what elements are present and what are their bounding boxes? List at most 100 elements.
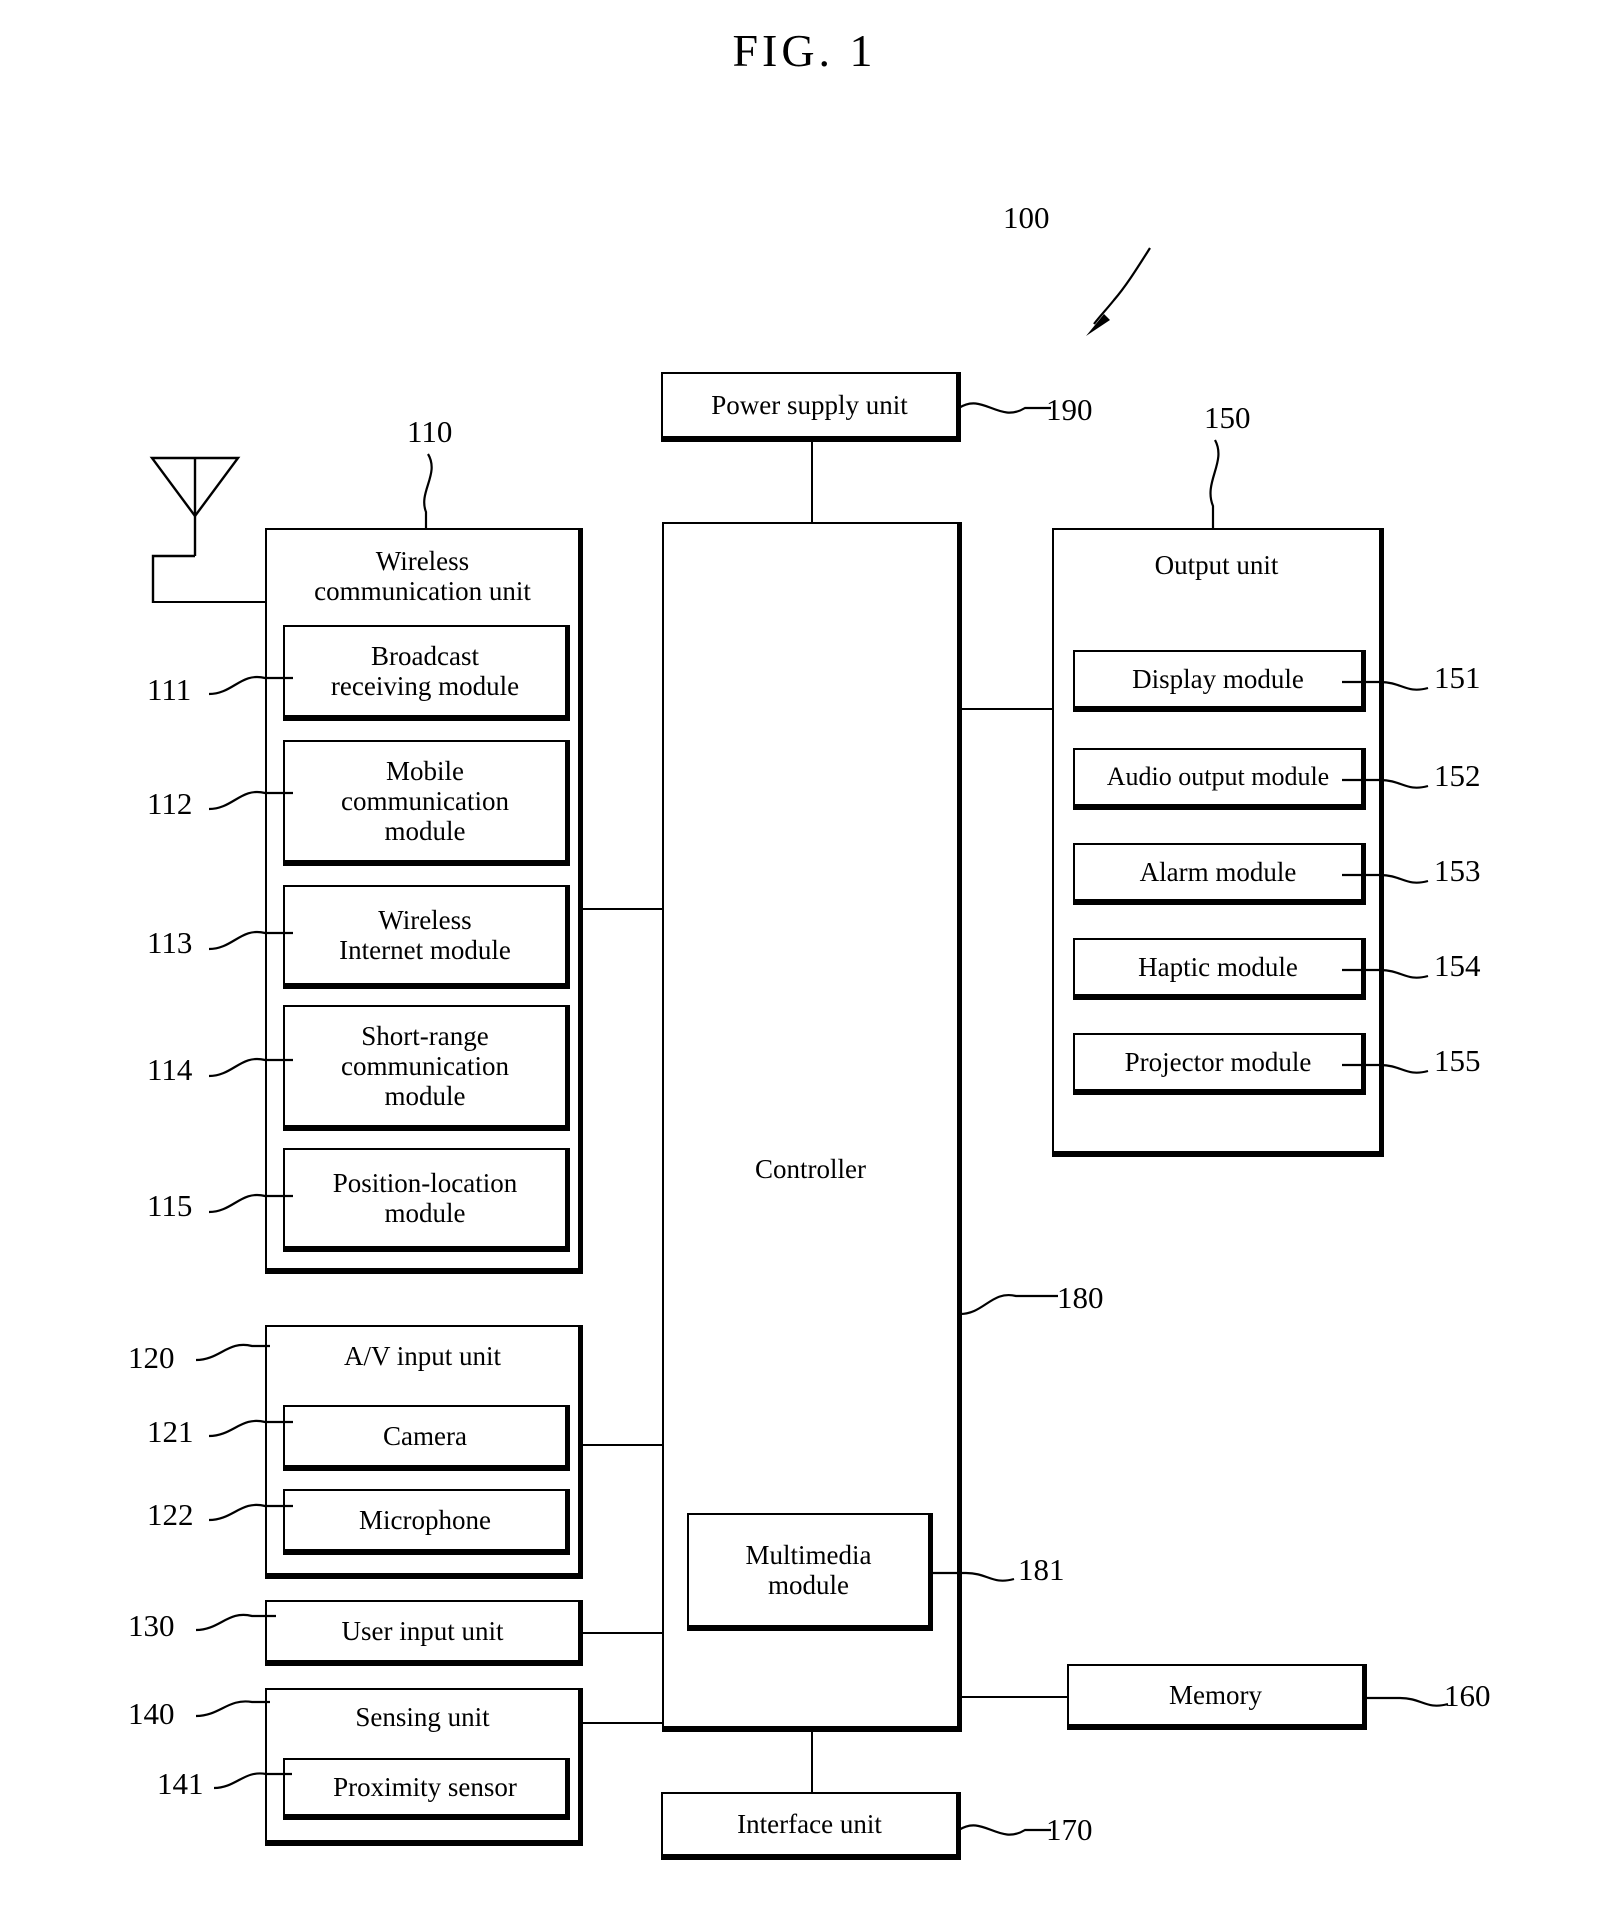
ref-151: 151: [1434, 660, 1481, 695]
multimedia-module-label-line1: Multimedia: [745, 1539, 872, 1570]
position-location-module-box[interactable]: Position-location module: [283, 1148, 570, 1252]
alarm-module-label: Alarm module: [1139, 856, 1297, 887]
display-module-box[interactable]: Display module: [1073, 650, 1366, 712]
audio-output-module-box[interactable]: Audio output module: [1073, 748, 1366, 810]
ref-110: 110: [407, 414, 453, 449]
wireless-internet-module-box[interactable]: Wireless Internet module: [283, 885, 570, 989]
wireless-internet-module-label-line1: Wireless: [378, 904, 472, 935]
haptic-module-box[interactable]: Haptic module: [1073, 938, 1366, 1000]
ref-153: 153: [1434, 853, 1481, 888]
wireless-communication-unit-label-line2: communication unit: [314, 576, 531, 607]
ref-140: 140: [128, 1696, 175, 1731]
mobile-communication-module-box[interactable]: Mobile communication module: [283, 740, 570, 866]
line-sensing-to-controller: [583, 1722, 665, 1724]
ref-141: 141: [157, 1766, 204, 1801]
mobile-communication-module-label-line1: Mobile: [386, 755, 464, 786]
leader-120: [195, 1343, 270, 1362]
leader-151: [1342, 680, 1429, 691]
output-unit-label: Output unit: [1154, 550, 1279, 580]
broadcast-receiving-module-label-line2: receiving module: [330, 671, 520, 701]
broadcast-receiving-module-box[interactable]: Broadcast receiving module: [283, 625, 570, 721]
line-user-input-to-controller: [583, 1632, 665, 1634]
audio-output-module-label: Audio output module: [1106, 762, 1330, 792]
sensing-unit-label: Sensing unit: [355, 1702, 490, 1732]
leader-155: [1342, 1063, 1429, 1074]
user-input-unit-box[interactable]: User input unit: [265, 1600, 583, 1666]
alarm-module-box[interactable]: Alarm module: [1073, 843, 1366, 905]
leader-115: [208, 1193, 293, 1214]
short-range-communication-module-label-line1: Short-range: [361, 1020, 489, 1051]
device-100-arrow-icon: [1086, 247, 1151, 336]
ref-115: 115: [147, 1188, 193, 1223]
line-controller-to-interface: [811, 1732, 813, 1794]
ref-122: 122: [147, 1497, 194, 1532]
user-input-unit-label: User input unit: [341, 1615, 504, 1646]
antenna-icon: [149, 456, 241, 603]
proximity-sensor-label: Proximity sensor: [333, 1771, 517, 1802]
ref-155: 155: [1434, 1043, 1481, 1078]
line-av-to-controller: [583, 1444, 665, 1446]
wireless-communication-unit-label-line1: Wireless: [375, 546, 470, 576]
microphone-label: Microphone: [359, 1504, 491, 1535]
multimedia-module-label-line2: module: [767, 1570, 849, 1600]
power-supply-unit-box[interactable]: Power supply unit: [661, 372, 961, 442]
leader-152: [1342, 778, 1429, 789]
ref-160: 160: [1444, 1678, 1491, 1713]
camera-box[interactable]: Camera: [283, 1405, 570, 1471]
ref-130: 130: [128, 1608, 175, 1643]
broadcast-receiving-module-label-line1: Broadcast: [371, 640, 479, 671]
av-input-unit-label: A/V input unit: [343, 1341, 502, 1371]
interface-unit-box[interactable]: Interface unit: [661, 1792, 961, 1860]
leader-150: [1209, 439, 1220, 530]
leader-141: [213, 1772, 292, 1790]
position-location-module-label-line1: Position-location: [332, 1167, 518, 1198]
ref-121: 121: [147, 1414, 194, 1449]
short-range-communication-module-label-line2: communication: [341, 1050, 509, 1081]
projector-module-label: Projector module: [1124, 1046, 1312, 1077]
line-power-to-controller: [811, 442, 813, 524]
leader-112: [208, 790, 293, 811]
ref-154: 154: [1434, 948, 1481, 983]
proximity-sensor-box[interactable]: Proximity sensor: [283, 1758, 570, 1820]
ref-120: 120: [128, 1340, 175, 1375]
short-range-communication-module-box[interactable]: Short-range communication module: [283, 1005, 570, 1131]
leader-122: [208, 1503, 293, 1522]
projector-module-box[interactable]: Projector module: [1073, 1033, 1366, 1095]
leader-121: [208, 1419, 293, 1438]
figure-title: FIG. 1: [732, 25, 877, 76]
leader-154: [1342, 968, 1429, 979]
ref-100: 100: [1003, 200, 1050, 235]
ref-181: 181: [1018, 1552, 1065, 1587]
ref-180: 180: [1057, 1280, 1104, 1315]
leader-110: [423, 453, 433, 530]
controller-label: Controller: [755, 1154, 866, 1184]
line-controller-to-output: [962, 708, 1054, 710]
patent-figure-page: FIG. 1 100 Power supply unit 190 Control…: [0, 0, 1609, 1923]
camera-label: Camera: [383, 1420, 467, 1451]
memory-box[interactable]: Memory: [1067, 1664, 1367, 1730]
leader-130: [195, 1613, 276, 1632]
display-module-label: Display module: [1132, 663, 1304, 694]
position-location-module-label-line2: module: [384, 1198, 466, 1228]
microphone-box[interactable]: Microphone: [283, 1489, 570, 1555]
leader-113: [208, 930, 293, 951]
leader-153: [1342, 873, 1429, 884]
multimedia-module-box[interactable]: Multimedia module: [687, 1513, 933, 1631]
wireless-internet-module-label-line2: Internet module: [339, 935, 511, 965]
interface-unit-label: Interface unit: [737, 1808, 882, 1839]
mobile-communication-module-label-line3: module: [384, 816, 466, 847]
ref-190: 190: [1046, 392, 1093, 427]
memory-label: Memory: [1169, 1679, 1262, 1710]
ref-170: 170: [1046, 1812, 1093, 1847]
ref-112: 112: [147, 786, 193, 821]
line-wireless-to-controller: [583, 908, 665, 910]
haptic-module-label: Haptic module: [1138, 951, 1298, 982]
leader-111: [208, 675, 293, 696]
ref-114: 114: [147, 1052, 193, 1087]
mobile-communication-module-label-line2: communication: [341, 785, 509, 816]
ref-111: 111: [147, 672, 192, 707]
power-supply-unit-label: Power supply unit: [711, 389, 908, 420]
ref-150: 150: [1204, 400, 1251, 435]
ref-113: 113: [147, 925, 193, 960]
ref-152: 152: [1434, 758, 1481, 793]
